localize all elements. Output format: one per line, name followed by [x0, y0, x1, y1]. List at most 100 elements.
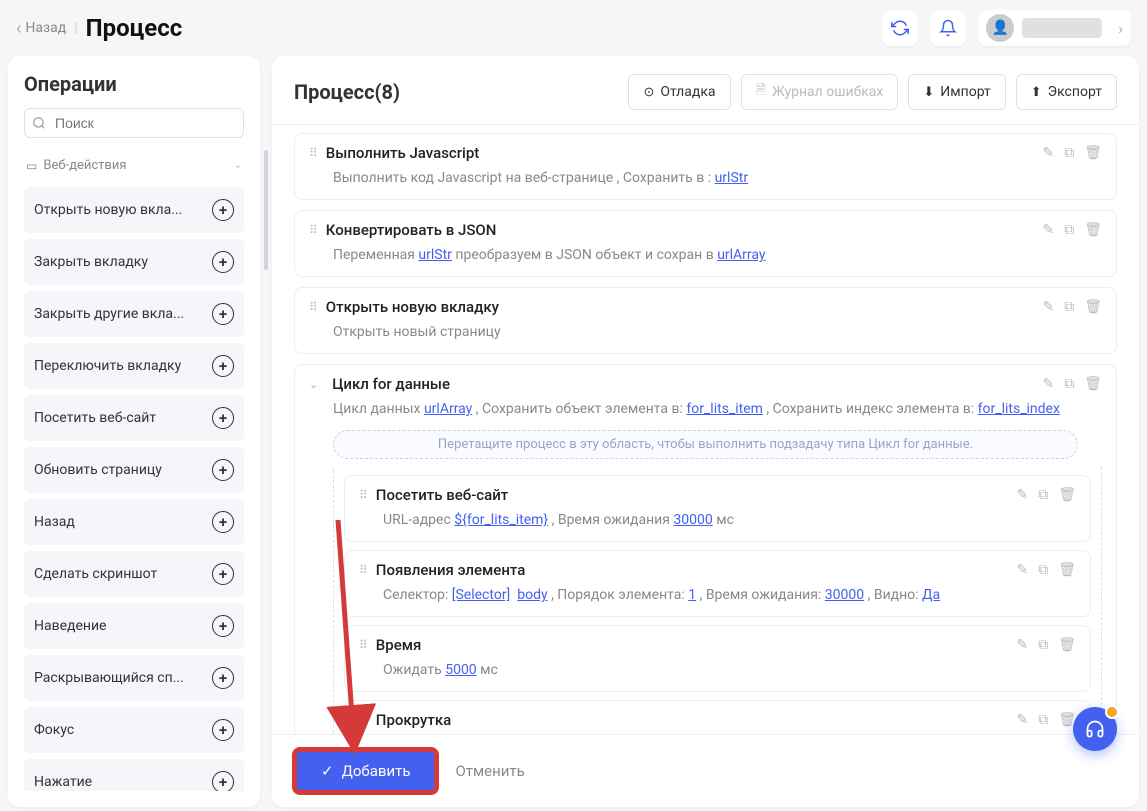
op-label: Нажатие [34, 774, 92, 790]
cancel-button[interactable]: Отменить [455, 762, 524, 780]
delete-icon[interactable]: 🗑 [1058, 637, 1076, 653]
delete-icon[interactable]: 🗑 [1084, 145, 1102, 161]
drag-handle-icon[interactable]: ⠿ [359, 488, 366, 502]
user-menu[interactable]: 👤 › [978, 10, 1131, 46]
drag-handle-icon[interactable]: ⠿ [309, 146, 316, 160]
plus-icon[interactable]: + [212, 251, 234, 273]
op-open-new-tab[interactable]: Открыть новую вкла...+ [24, 187, 244, 233]
drag-handle-icon[interactable]: ⠿ [309, 223, 316, 237]
edit-icon[interactable]: ✎ [1042, 145, 1054, 161]
delete-icon[interactable]: 🗑 [1084, 222, 1102, 238]
copy-icon[interactable]: ⧉ [1064, 299, 1074, 315]
op-close-tab[interactable]: Закрыть вкладку+ [24, 239, 244, 285]
plus-icon[interactable]: + [212, 667, 234, 689]
plus-icon[interactable]: + [212, 771, 234, 791]
var-link[interactable]: for_lits_index [978, 401, 1060, 417]
edit-icon[interactable]: ✎ [1042, 299, 1054, 315]
var-link[interactable]: urlArray [424, 401, 472, 417]
process-body: ⠿ Выполнить Javascript ✎ ⧉ 🗑 Выполнить к… [272, 125, 1139, 734]
val-link[interactable]: 5000 [445, 662, 476, 678]
delete-icon[interactable]: 🗑 [1084, 376, 1102, 392]
refresh-icon[interactable] [882, 10, 918, 46]
plus-icon[interactable]: + [212, 355, 234, 377]
nested-visit-site[interactable]: ⠿ Посетить веб-сайт ✎⧉🗑 URL-адрес ${for_… [344, 475, 1091, 542]
op-close-other-tabs[interactable]: Закрыть другие вкла...+ [24, 291, 244, 337]
op-back[interactable]: Назад+ [24, 499, 244, 545]
step-convert-json[interactable]: ⠿ Конвертировать в JSON ✎ ⧉ 🗑 Переменная… [294, 210, 1117, 277]
selector-link[interactable]: body [517, 587, 547, 603]
step-open-tab[interactable]: ⠿ Открыть новую вкладку ✎ ⧉ 🗑 Открыть но… [294, 287, 1117, 354]
edit-icon[interactable]: ✎ [1016, 712, 1028, 728]
val-link[interactable]: 1 [688, 587, 696, 603]
category-web-actions[interactable]: ▭ Веб-действия ⌄ [24, 152, 244, 179]
plus-icon[interactable]: + [212, 459, 234, 481]
plus-icon[interactable]: + [212, 511, 234, 533]
add-button[interactable]: ✓ Добавить [294, 749, 437, 793]
nested-wait-element[interactable]: ⠿ Появления элемента ✎⧉🗑 Селектор: [Sele… [344, 550, 1091, 617]
delete-icon[interactable]: 🗑 [1058, 562, 1076, 578]
copy-icon[interactable]: ⧉ [1064, 145, 1074, 161]
selector-link[interactable]: [Selector] [452, 587, 511, 603]
plus-icon[interactable]: + [212, 615, 234, 637]
copy-icon[interactable]: ⧉ [1038, 712, 1048, 728]
label: Экспорт [1048, 84, 1102, 100]
bell-icon[interactable] [930, 10, 966, 46]
plus-icon[interactable]: + [212, 719, 234, 741]
delete-icon[interactable]: 🗑 [1058, 487, 1076, 503]
support-fab[interactable] [1073, 707, 1117, 751]
op-dropdown[interactable]: Раскрывающийся сп...+ [24, 655, 244, 701]
debug-button[interactable]: ⊙Отладка [628, 74, 730, 110]
search-icon [32, 116, 46, 130]
footer-bar: ✓ Добавить Отменить [272, 734, 1139, 807]
step-execute-js[interactable]: ⠿ Выполнить Javascript ✎ ⧉ 🗑 Выполнить к… [294, 133, 1117, 200]
op-screenshot[interactable]: Сделать скриншот+ [24, 551, 244, 597]
copy-icon[interactable]: ⧉ [1038, 487, 1048, 503]
op-visit-website[interactable]: Посетить веб-сайт+ [24, 395, 244, 441]
search-input[interactable] [24, 108, 244, 138]
export-button[interactable]: ⬆Экспорт [1016, 74, 1117, 110]
op-click[interactable]: Нажатие + [24, 759, 244, 791]
topbar: Назад | Процесс 👤 › [0, 0, 1147, 56]
var-link[interactable]: urlArray [717, 247, 765, 263]
step-actions: ✎ ⧉ 🗑 [1042, 222, 1102, 238]
edit-icon[interactable]: ✎ [1042, 376, 1054, 392]
back-button[interactable]: Назад [16, 18, 66, 39]
var-link[interactable]: urlStr [715, 170, 749, 186]
var-link[interactable]: ${for_lits_item} [454, 512, 548, 528]
delete-icon[interactable]: 🗑 [1084, 299, 1102, 315]
val-link[interactable]: Да [922, 587, 940, 603]
var-link[interactable]: urlStr [418, 247, 452, 263]
plus-icon[interactable]: + [212, 563, 234, 585]
chevron-down-icon[interactable]: ⌄ [309, 378, 318, 391]
var-link[interactable]: for_lits_item [686, 401, 763, 417]
plus-icon[interactable]: + [212, 199, 234, 221]
scrollbar[interactable] [264, 150, 268, 270]
edit-icon[interactable]: ✎ [1016, 562, 1028, 578]
op-focus[interactable]: Фокус+ [24, 707, 244, 753]
drag-handle-icon[interactable]: ⠿ [309, 300, 316, 314]
op-reload-page[interactable]: Обновить страницу+ [24, 447, 244, 493]
edit-icon[interactable]: ✎ [1016, 637, 1028, 653]
copy-icon[interactable]: ⧉ [1038, 562, 1048, 578]
drag-handle-icon[interactable]: ⠿ [359, 563, 366, 577]
copy-icon[interactable]: ⧉ [1064, 222, 1074, 238]
drag-handle-icon[interactable]: ⠿ [359, 713, 366, 727]
op-hover[interactable]: Наведение+ [24, 603, 244, 649]
drag-handle-icon[interactable]: ⠿ [359, 638, 366, 652]
window-icon: ▭ [26, 159, 37, 173]
topbar-actions: 👤 › [882, 10, 1131, 46]
edit-icon[interactable]: ✎ [1042, 222, 1054, 238]
copy-icon[interactable]: ⧉ [1064, 376, 1074, 392]
step-for-loop[interactable]: ⌄ Цикл for данные ✎ ⧉ 🗑 Цикл данных urlA… [294, 364, 1117, 734]
plus-icon[interactable]: + [212, 407, 234, 429]
nested-scroll[interactable]: ⠿ Прокрутка ✎⧉🗑 Дистанция: Страница , По… [344, 700, 1091, 734]
plus-icon[interactable]: + [212, 303, 234, 325]
import-button[interactable]: ⬇Импорт [908, 74, 1005, 110]
edit-icon[interactable]: ✎ [1016, 487, 1028, 503]
val-link[interactable]: 30000 [825, 587, 864, 603]
loop-drop-zone[interactable]: Перетащите процесс в эту область, чтобы … [333, 430, 1078, 459]
copy-icon[interactable]: ⧉ [1038, 637, 1048, 653]
val-link[interactable]: 30000 [673, 512, 712, 528]
op-switch-tab[interactable]: Переключить вкладку+ [24, 343, 244, 389]
nested-wait-time[interactable]: ⠿ Время ✎⧉🗑 Ожидать 5000 мс [344, 625, 1091, 692]
